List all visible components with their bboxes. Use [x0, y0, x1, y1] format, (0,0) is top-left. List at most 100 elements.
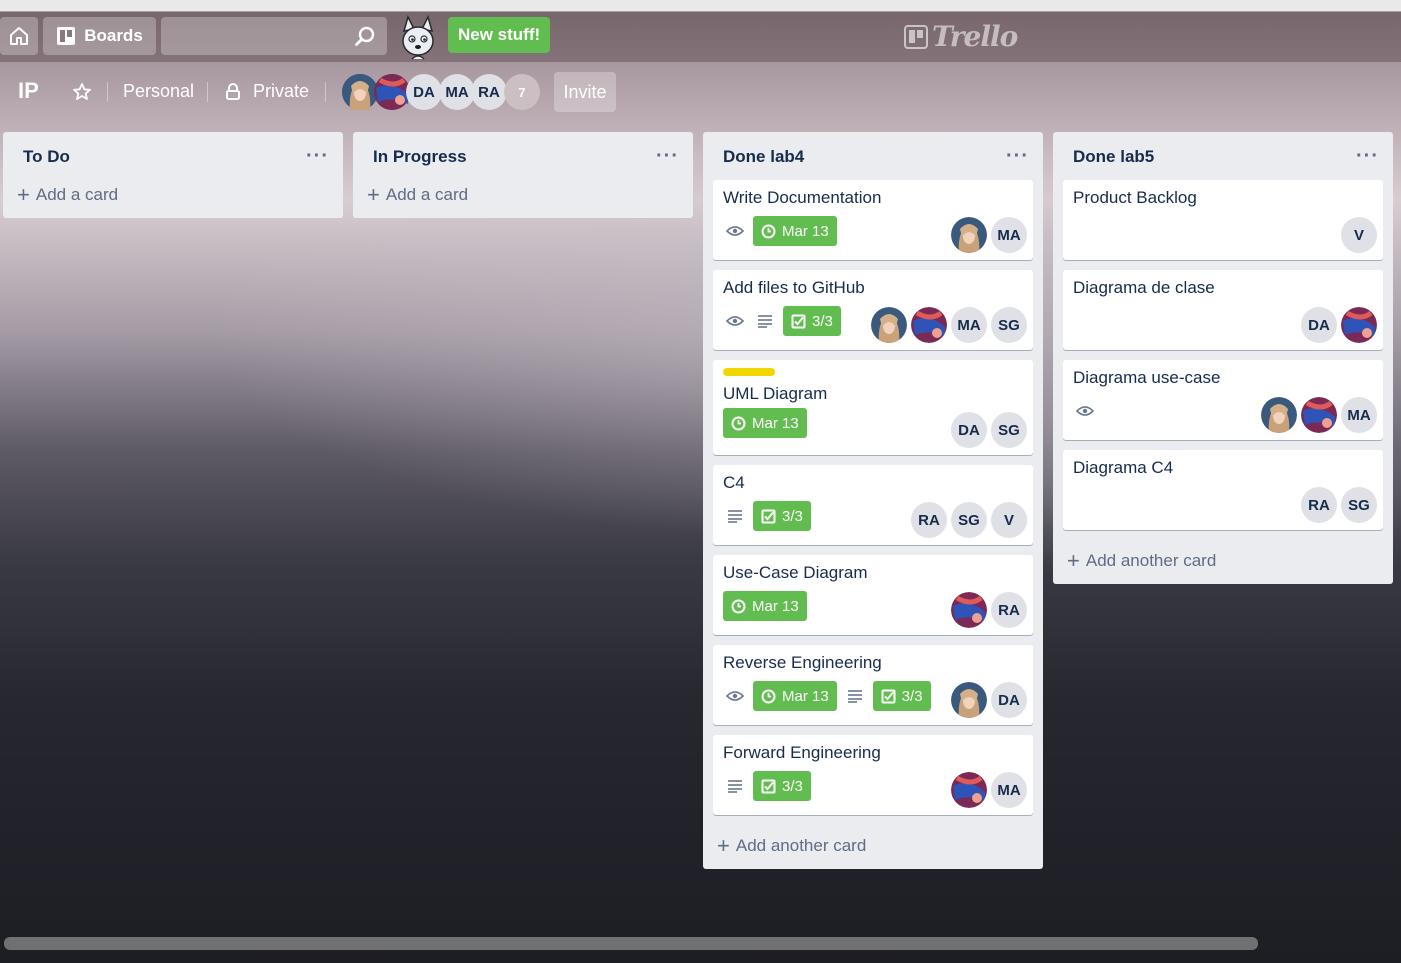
checklist-badge: 3/3	[753, 771, 811, 801]
browser-top-edge	[0, 0, 1401, 12]
watch-icon	[1073, 399, 1097, 423]
due-date-badge[interactable]: Mar 13	[753, 681, 837, 711]
list-title[interactable]: Done lab4	[723, 147, 804, 167]
member-avatar[interactable]: SG	[1341, 487, 1377, 523]
horizontal-scrollbar[interactable]	[4, 937, 1258, 950]
member-avatar[interactable]: DA	[406, 74, 442, 110]
lock-icon	[226, 83, 240, 100]
list-title[interactable]: Done lab5	[1073, 147, 1154, 167]
list-title[interactable]: To Do	[23, 147, 70, 167]
add-another-card-button[interactable]: + Add another card	[1053, 538, 1393, 584]
list-menu-icon[interactable]: ···	[656, 146, 679, 166]
taco-mascot-icon[interactable]	[394, 15, 442, 63]
due-date-badge[interactable]: Mar 13	[723, 591, 807, 621]
clock-icon	[731, 599, 746, 613]
member-avatar-photo-woman[interactable]	[951, 682, 987, 718]
list-header: In Progress ···	[353, 132, 693, 180]
checklist-badge: 3/3	[872, 681, 931, 711]
card-members: MA	[951, 217, 1027, 253]
board-bar: IP Personal Private DA MA RA 7 Invite	[0, 62, 1401, 122]
card-diagrama-use-case[interactable]: Diagrama use-case MA	[1063, 360, 1383, 440]
card-forward-engineering[interactable]: Forward Engineering 3/3 MA	[713, 735, 1033, 815]
avatar-photo-icon	[342, 74, 378, 110]
card-list: Write Documentation Mar 13 MA Add files …	[703, 180, 1043, 815]
add-card-label: Add a card	[35, 185, 119, 204]
card-members: MA	[1261, 397, 1377, 433]
more-members-count[interactable]: 7	[504, 74, 540, 110]
card-uml-diagram[interactable]: UML Diagram Mar 13 DA SG	[713, 360, 1033, 455]
add-another-card-button[interactable]: + Add another card	[703, 823, 1043, 869]
avatar-art-icon	[1341, 307, 1377, 343]
due-date-badge[interactable]: Mar 13	[753, 216, 837, 246]
member-avatar[interactable]: MA	[991, 217, 1027, 253]
trello-logo[interactable]: Trello	[904, 20, 1018, 53]
member-avatar-photo-woman[interactable]	[1261, 397, 1297, 433]
card-reverse-engineering[interactable]: Reverse Engineering Mar 13 3/3 DA	[713, 645, 1033, 725]
member-avatar-photo-art[interactable]	[1301, 397, 1337, 433]
home-button[interactable]	[0, 17, 38, 55]
member-avatar[interactable]: SG	[991, 412, 1027, 448]
board-title[interactable]: IP	[18, 78, 39, 104]
card-diagrama-c4[interactable]: Diagrama C4 RA SG	[1063, 450, 1383, 530]
add-card-label: Add a card	[385, 185, 469, 204]
member-avatar[interactable]: RA	[991, 592, 1027, 628]
card-diagrama-de-clase[interactable]: Diagrama de clase DA	[1063, 270, 1383, 350]
member-avatar-photo-art[interactable]	[374, 74, 410, 110]
member-avatar[interactable]: MA	[439, 74, 475, 110]
member-avatar-photo-woman[interactable]	[342, 74, 378, 110]
avatar-photo-icon	[871, 307, 907, 343]
boards-button[interactable]: Boards	[43, 17, 156, 55]
avatar-art-icon	[374, 74, 410, 110]
member-avatar-photo-art[interactable]	[951, 772, 987, 808]
card-product-backlog[interactable]: Product Backlog V	[1063, 180, 1383, 260]
card-write-documentation[interactable]: Write Documentation Mar 13 MA	[713, 180, 1033, 260]
card-title: Product Backlog	[1073, 188, 1197, 207]
member-avatar[interactable]: RA	[911, 502, 947, 538]
card-title: Forward Engineering	[723, 743, 881, 762]
member-avatar-photo-art[interactable]	[1341, 307, 1377, 343]
card-add-files-to-github[interactable]: Add files to GitHub 3/3 MA SG	[713, 270, 1033, 350]
card-c4[interactable]: C4 3/3 RA SG V	[713, 465, 1033, 545]
member-avatar[interactable]: MA	[1341, 397, 1377, 433]
member-avatar[interactable]: RA	[1301, 487, 1337, 523]
avatar-photo-icon	[951, 217, 987, 253]
plus-icon: +	[367, 182, 380, 207]
visibility-button[interactable]: Private	[253, 81, 309, 102]
list-menu-icon[interactable]: ···	[1006, 146, 1029, 166]
star-icon[interactable]	[72, 82, 92, 102]
search-icon[interactable]	[354, 25, 376, 47]
member-avatar-photo-woman[interactable]	[951, 217, 987, 253]
member-avatar[interactable]: V	[991, 502, 1027, 538]
member-avatar[interactable]: DA	[991, 682, 1027, 718]
due-date: Mar 13	[752, 597, 799, 615]
team-button[interactable]: Personal	[123, 81, 194, 102]
list-menu-icon[interactable]: ···	[306, 146, 329, 166]
card-members: MA	[951, 772, 1027, 808]
list-title[interactable]: In Progress	[373, 147, 467, 167]
card-label-yellow[interactable]	[723, 368, 775, 376]
member-avatar[interactable]: MA	[951, 307, 987, 343]
member-avatar[interactable]: V	[1341, 217, 1377, 253]
list-menu-icon[interactable]: ···	[1356, 146, 1379, 166]
logo-text: Trello	[932, 20, 1018, 53]
list-header: Done lab4 ···	[703, 132, 1043, 180]
add-card-label: Add another card	[735, 836, 867, 855]
due-date: Mar 13	[782, 687, 829, 705]
card-use-case-diagram[interactable]: Use-Case Diagram Mar 13 RA	[713, 555, 1033, 635]
member-avatar[interactable]: RA	[471, 74, 507, 110]
due-date-badge[interactable]: Mar 13	[723, 408, 807, 438]
plus-icon: +	[1067, 548, 1080, 573]
member-avatar[interactable]: SG	[951, 502, 987, 538]
new-stuff-button[interactable]: New stuff!	[448, 17, 551, 53]
checklist-count: 3/3	[782, 507, 803, 525]
member-avatar[interactable]: SG	[991, 307, 1027, 343]
member-avatar-photo-art[interactable]	[951, 592, 987, 628]
member-avatar[interactable]: DA	[1301, 307, 1337, 343]
member-avatar-photo-art[interactable]	[911, 307, 947, 343]
member-avatar[interactable]: DA	[951, 412, 987, 448]
member-avatar-photo-woman[interactable]	[871, 307, 907, 343]
invite-button[interactable]: Invite	[554, 72, 616, 112]
separator	[107, 82, 108, 102]
description-icon	[843, 684, 867, 708]
member-avatar[interactable]: MA	[991, 772, 1027, 808]
